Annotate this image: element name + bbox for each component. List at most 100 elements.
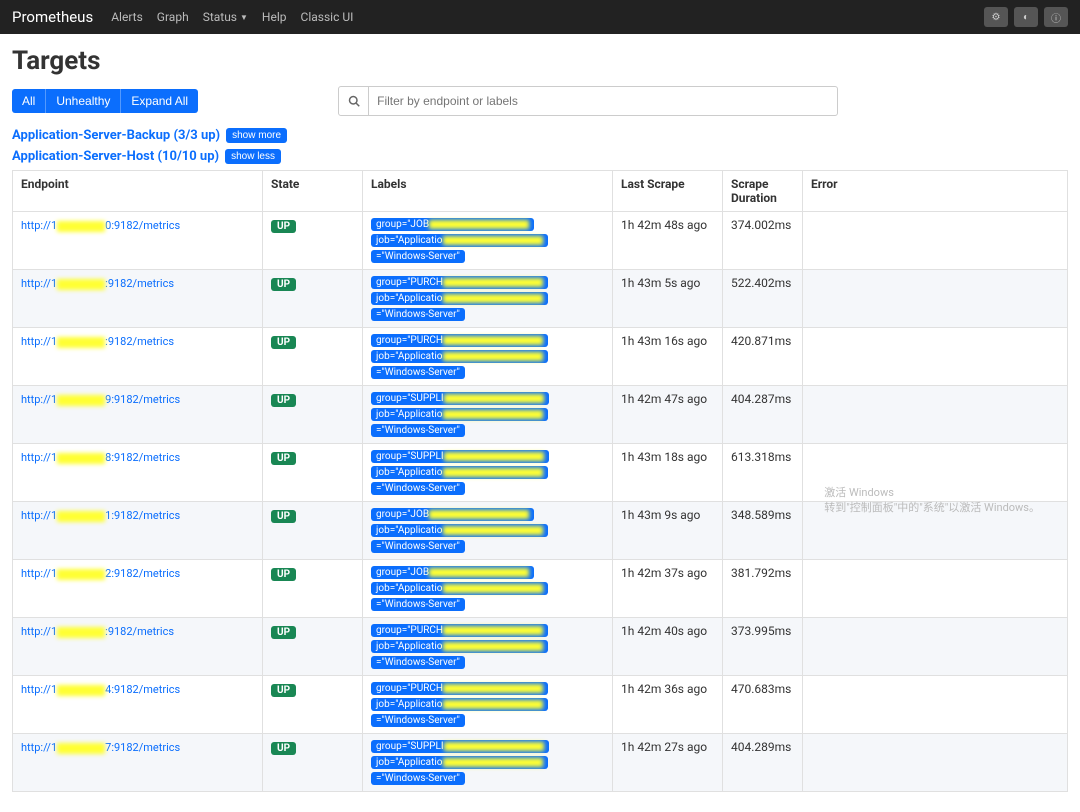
endpoint-port: 2:9182/metrics	[105, 567, 180, 580]
endpoint-link[interactable]: http://14:9182/metrics	[21, 683, 180, 696]
label-chips: group="SUPPLI job="Applicatio ="Windows-…	[371, 740, 604, 785]
last-scrape: 1h 42m 36s ago	[613, 676, 723, 734]
label-chips: group="PURCH job="Applicatio ="Windows-S…	[371, 624, 604, 669]
info-icon[interactable]: ⓘ	[1044, 7, 1068, 27]
table-row: http://14:9182/metrics UP group="PURCH j…	[13, 676, 1068, 734]
navbar: Prometheus Alerts Graph Status ▼ Help Cl…	[0, 0, 1080, 34]
expand-all-button[interactable]: Expand All	[120, 89, 198, 113]
windows-activation-watermark: 激活 Windows 转到"控制面板"中的"系统"以激活 Windows。	[824, 486, 1040, 515]
filter-buttons: All Unhealthy Expand All	[12, 89, 198, 113]
label-chip-group: group="SUPPLI	[371, 450, 549, 463]
nav-status-label: Status	[203, 10, 237, 24]
table-row: http://1:9182/metrics UP group="PURCH jo…	[13, 328, 1068, 386]
show-less-button[interactable]: show less	[225, 149, 281, 164]
error-cell	[803, 560, 1068, 618]
endpoint-prefix: http://1	[21, 219, 57, 232]
table-row: http://1:9182/metrics UP group="PURCH jo…	[13, 270, 1068, 328]
redacted-ip	[57, 511, 105, 522]
error-cell	[803, 386, 1068, 444]
label-chip-os: ="Windows-Server"	[371, 308, 465, 321]
scrape-duration: 373.995ms	[723, 618, 803, 676]
label-chips: group="PURCH job="Applicatio ="Windows-S…	[371, 334, 604, 379]
nav-alerts[interactable]: Alerts	[111, 10, 143, 24]
brand[interactable]: Prometheus	[12, 8, 93, 26]
label-chip-os: ="Windows-Server"	[371, 366, 465, 379]
redacted-ip	[57, 395, 105, 406]
state-badge: UP	[271, 220, 296, 233]
state-badge: UP	[271, 626, 296, 639]
redacted-ip	[57, 337, 105, 348]
nav-classic[interactable]: Classic UI	[301, 10, 354, 24]
endpoint-link[interactable]: http://1:9182/metrics	[21, 335, 174, 348]
last-scrape: 1h 42m 27s ago	[613, 734, 723, 792]
label-chip-job: job="Applicatio	[371, 756, 548, 769]
label-chips: group="JOB job="Applicatio ="Windows-Ser…	[371, 218, 604, 263]
label-chips: group="PURCH job="Applicatio ="Windows-S…	[371, 682, 604, 727]
redacted-ip	[57, 685, 105, 696]
table-row: http://17:9182/metrics UP group="SUPPLI …	[13, 734, 1068, 792]
endpoint-link[interactable]: http://12:9182/metrics	[21, 567, 180, 580]
search-box	[338, 86, 838, 116]
label-chip-job: job="Applicatio	[371, 292, 548, 305]
endpoint-link[interactable]: http://1:9182/metrics	[21, 277, 174, 290]
group-host-title[interactable]: Application-Server-Host (10/10 up)	[12, 149, 219, 164]
col-error: Error	[803, 171, 1068, 212]
label-chip-group: group="JOB	[371, 508, 534, 521]
label-chip-job: job="Applicatio	[371, 640, 548, 653]
endpoint-port: :9182/metrics	[105, 277, 174, 290]
endpoint-link[interactable]: http://1 9:9182/metrics	[21, 393, 180, 406]
label-chip-group: group="SUPPLI	[371, 392, 549, 405]
scrape-duration: 613.318ms	[723, 444, 803, 502]
error-cell	[803, 212, 1068, 270]
label-chip-job: job="Applicatio	[371, 524, 548, 537]
label-chip-job: job="Applicatio	[371, 698, 548, 711]
search-input[interactable]	[369, 94, 837, 108]
endpoint-prefix: http://1	[21, 393, 57, 406]
theme-icon[interactable]: ◐	[1014, 7, 1038, 27]
nav-help[interactable]: Help	[262, 10, 287, 24]
state-badge: UP	[271, 568, 296, 581]
col-state: State	[263, 171, 363, 212]
nav-status[interactable]: Status ▼	[203, 10, 248, 24]
last-scrape: 1h 43m 18s ago	[613, 444, 723, 502]
last-scrape: 1h 42m 37s ago	[613, 560, 723, 618]
table-row: http://19:9182/metrics UP group="SUPPLI …	[13, 386, 1068, 444]
label-chip-job: job="Applicatio	[371, 350, 548, 363]
endpoint-link[interactable]: http://10:9182/metrics	[21, 219, 180, 232]
group-backup-title[interactable]: Application-Server-Backup (3/3 up)	[12, 128, 220, 143]
last-scrape: 1h 43m 16s ago	[613, 328, 723, 386]
scrape-duration: 348.589ms	[723, 502, 803, 560]
state-badge: UP	[271, 742, 296, 755]
endpoint-link[interactable]: http://18:9182/metrics	[21, 451, 180, 464]
endpoint-port: 9:9182/metrics	[105, 393, 180, 406]
label-chip-os: ="Windows-Server"	[371, 540, 465, 553]
endpoint-link[interactable]: http://17:9182/metrics	[21, 741, 180, 754]
label-chip-group: group="PURCH	[371, 276, 548, 289]
endpoint-link[interactable]: http://1:9182/metrics	[21, 625, 174, 638]
nav-graph[interactable]: Graph	[157, 10, 189, 24]
endpoint-link[interactable]: http://11:9182/metrics	[21, 509, 180, 522]
label-chip-group: group="PURCH	[371, 624, 548, 637]
label-chip-group: group="JOB	[371, 566, 534, 579]
filter-all-button[interactable]: All	[12, 89, 45, 113]
redacted-ip	[57, 279, 105, 290]
settings-icon[interactable]: ⚙	[984, 7, 1008, 27]
state-badge: UP	[271, 336, 296, 349]
label-chip-os: ="Windows-Server"	[371, 424, 465, 437]
col-duration: Scrape Duration	[723, 171, 803, 212]
group-host: Application-Server-Host (10/10 up) show …	[12, 149, 1068, 164]
label-chip-job: job="Applicatio	[371, 408, 548, 421]
filter-unhealthy-button[interactable]: Unhealthy	[45, 89, 120, 113]
label-chip-os: ="Windows-Server"	[371, 772, 465, 785]
state-badge: UP	[271, 510, 296, 523]
col-labels: Labels	[363, 171, 613, 212]
last-scrape: 1h 42m 40s ago	[613, 618, 723, 676]
label-chip-job: job="Applicatio	[371, 234, 548, 247]
endpoint-prefix: http://1	[21, 625, 57, 638]
show-more-button[interactable]: show more	[226, 128, 287, 143]
scrape-duration: 404.289ms	[723, 734, 803, 792]
error-cell	[803, 618, 1068, 676]
endpoint-prefix: http://1	[21, 451, 57, 464]
redacted-ip	[57, 743, 105, 754]
label-chips: group="PURCH job="Applicatio ="Windows-S…	[371, 276, 604, 321]
